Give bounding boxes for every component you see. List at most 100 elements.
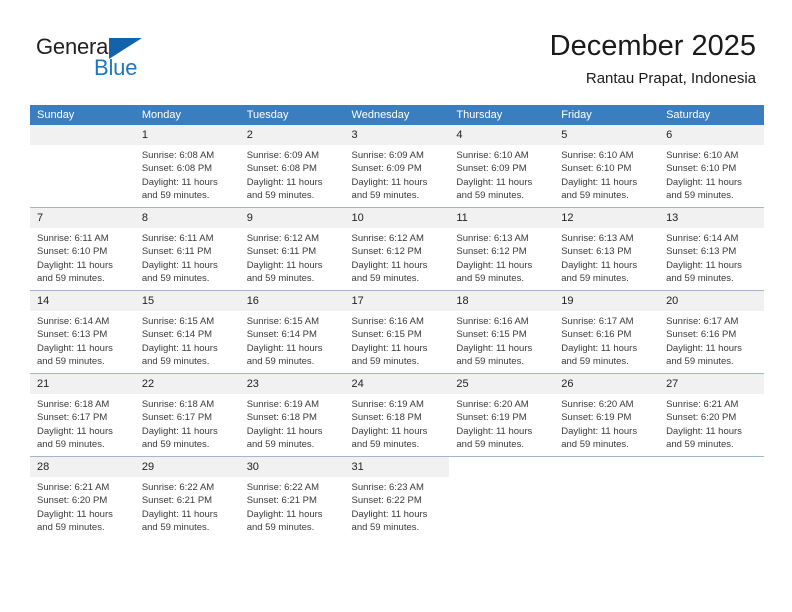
- weekday-header-sunday: Sunday: [30, 105, 135, 125]
- calendar-day-cell[interactable]: 9 Sunrise: 6:12 AM Sunset: 6:11 PM Daylight…: [239, 207, 345, 291]
- day-detail-line: Sunset: 6:20 PM: [666, 412, 737, 424]
- day-detail-line: Sunrise: 6:13 AM: [456, 233, 529, 244]
- day-number: 19: [554, 291, 660, 311]
- calendar-day-cell[interactable]: 22 Sunrise: 6:18 AM Sunset: 6:17 PM Dayligh…: [134, 373, 240, 457]
- calendar-day-cell[interactable]: 14 Sunrise: 6:14 AM Sunset: 6:13 PM Dayligh…: [30, 290, 135, 374]
- day-detail-line: and 59 minutes.: [37, 522, 105, 534]
- weekday-header-row: Sunday Monday Tuesday Wednesday Thursday…: [30, 105, 764, 125]
- day-detail-line: Sunset: 6:10 PM: [561, 163, 632, 175]
- calendar-week-row: 21 Sunrise: 6:18 AM Sunset: 6:17 PM Dayligh…: [30, 373, 764, 457]
- calendar-body: 1 Sunrise: 6:08 AM Sunset: 6:08 PM Daylight…: [30, 125, 764, 539]
- calendar-day-cell[interactable]: 26 Sunrise: 6:20 AM Sunset: 6:19 PM Dayligh…: [554, 373, 660, 457]
- calendar-day-cell[interactable]: 16 Sunrise: 6:15 AM Sunset: 6:14 PM Dayligh…: [239, 290, 345, 374]
- weekday-header-wednesday: Wednesday: [344, 105, 450, 125]
- calendar-day-cell[interactable]: 28 Sunrise: 6:21 AM Sunset: 6:20 PM Dayligh…: [30, 456, 135, 539]
- day-number: [30, 125, 135, 145]
- weekday-header-tuesday: Tuesday: [239, 105, 345, 125]
- day-detail-line: Sunset: 6:13 PM: [561, 246, 632, 258]
- day-number: 30: [239, 457, 345, 477]
- day-number: 10: [344, 208, 450, 228]
- calendar-day-cell[interactable]: 20 Sunrise: 6:17 AM Sunset: 6:16 PM Dayligh…: [659, 290, 764, 374]
- day-details: Sunrise: 6:10 AM Sunset: 6:09 PM Daylight:…: [449, 145, 554, 203]
- calendar-day-cell[interactable]: 30 Sunrise: 6:22 AM Sunset: 6:21 PM Dayligh…: [239, 456, 345, 539]
- day-detail-line: Sunset: 6:13 PM: [37, 329, 108, 341]
- day-number: 2: [239, 125, 345, 145]
- day-detail-line: Daylight: 11 hours: [456, 259, 533, 271]
- general-blue-logo[interactable]: General Blue: [36, 34, 216, 86]
- calendar-day-cell[interactable]: 13 Sunrise: 6:14 AM Sunset: 6:13 PM Dayligh…: [659, 207, 764, 291]
- day-details: Sunrise: 6:11 AM Sunset: 6:11 PM Daylight:…: [135, 228, 240, 286]
- day-detail-line: Sunrise: 6:09 AM: [246, 150, 320, 161]
- day-detail-line: Sunset: 6:11 PM: [246, 246, 317, 258]
- calendar-day-cell[interactable]: 21 Sunrise: 6:18 AM Sunset: 6:17 PM Dayligh…: [30, 373, 135, 457]
- calendar-day-cell[interactable]: 31 Sunrise: 6:23 AM Sunset: 6:22 PM Dayligh…: [344, 456, 450, 539]
- day-detail-line: Daylight: 11 hours: [141, 425, 218, 437]
- day-detail-line: Sunrise: 6:20 AM: [561, 399, 634, 410]
- day-details: Sunrise: 6:22 AM Sunset: 6:21 PM Daylight:…: [135, 477, 240, 535]
- day-detail-line: Daylight: 11 hours: [246, 259, 323, 271]
- calendar-day-cell[interactable]: 17 Sunrise: 6:16 AM Sunset: 6:15 PM Dayligh…: [344, 290, 450, 374]
- day-number: 9: [239, 208, 345, 228]
- calendar-empty-cell: [659, 456, 764, 539]
- day-detail-line: Sunrise: 6:21 AM: [666, 399, 739, 410]
- calendar-day-cell[interactable]: 6 Sunrise: 6:10 AM Sunset: 6:10 PM Daylight…: [659, 125, 764, 208]
- calendar-day-cell[interactable]: 10 Sunrise: 6:12 AM Sunset: 6:12 PM Dayligh…: [344, 207, 450, 291]
- page-header: General Blue December 2025 Rantau Prapat…: [0, 0, 792, 100]
- calendar-day-cell[interactable]: 3 Sunrise: 6:09 AM Sunset: 6:09 PM Daylight…: [344, 125, 450, 208]
- calendar-day-cell[interactable]: 2 Sunrise: 6:09 AM Sunset: 6:08 PM Daylight…: [239, 125, 345, 208]
- day-detail-line: Sunset: 6:08 PM: [141, 163, 213, 175]
- calendar-day-cell[interactable]: 27 Sunrise: 6:21 AM Sunset: 6:20 PM Dayligh…: [659, 373, 764, 457]
- day-detail-line: and 59 minutes.: [351, 522, 420, 534]
- day-detail-line: Sunset: 6:16 PM: [666, 329, 737, 341]
- day-detail-line: Daylight: 11 hours: [37, 508, 113, 520]
- day-detail-line: Sunset: 6:09 PM: [456, 163, 527, 175]
- day-detail-line: and 59 minutes.: [351, 273, 420, 285]
- day-detail-line: Sunrise: 6:18 AM: [37, 399, 110, 410]
- calendar-day-cell[interactable]: 18 Sunrise: 6:16 AM Sunset: 6:15 PM Dayligh…: [449, 290, 555, 374]
- day-detail-line: and 59 minutes.: [351, 439, 420, 451]
- weekday-header-saturday: Saturday: [659, 105, 764, 125]
- day-number: 6: [659, 125, 764, 145]
- calendar-day-cell[interactable]: 23 Sunrise: 6:19 AM Sunset: 6:18 PM Dayligh…: [239, 373, 345, 457]
- day-detail-line: Daylight: 11 hours: [561, 342, 638, 354]
- calendar-day-cell[interactable]: 19 Sunrise: 6:17 AM Sunset: 6:16 PM Dayligh…: [554, 290, 660, 374]
- day-detail-line: Sunrise: 6:22 AM: [141, 482, 215, 493]
- day-details: Sunrise: 6:15 AM Sunset: 6:14 PM Daylight:…: [240, 311, 345, 369]
- day-detail-line: and 59 minutes.: [246, 190, 315, 202]
- day-detail-line: Sunset: 6:17 PM: [141, 412, 213, 424]
- day-details: Sunrise: 6:11 AM Sunset: 6:10 PM Daylight:…: [30, 228, 135, 286]
- calendar-day-cell[interactable]: 29 Sunrise: 6:22 AM Sunset: 6:21 PM Dayligh…: [134, 456, 240, 539]
- calendar-week-row: 14 Sunrise: 6:14 AM Sunset: 6:13 PM Dayligh…: [30, 290, 764, 374]
- day-detail-line: Sunrise: 6:08 AM: [141, 150, 215, 161]
- calendar-day-cell[interactable]: 12 Sunrise: 6:13 AM Sunset: 6:13 PM Dayligh…: [554, 207, 660, 291]
- calendar-day-cell[interactable]: 1 Sunrise: 6:08 AM Sunset: 6:08 PM Daylight…: [134, 125, 240, 208]
- calendar-day-cell[interactable]: 8 Sunrise: 6:11 AM Sunset: 6:11 PM Daylight…: [134, 207, 240, 291]
- day-number: 15: [134, 291, 240, 311]
- day-detail-line: Daylight: 11 hours: [351, 176, 428, 188]
- day-number: 29: [134, 457, 240, 477]
- day-detail-line: Sunset: 6:14 PM: [246, 329, 317, 341]
- calendar-day-cell[interactable]: 5 Sunrise: 6:10 AM Sunset: 6:10 PM Daylight…: [554, 125, 660, 208]
- calendar-empty-cell: [30, 125, 135, 208]
- day-detail-line: and 59 minutes.: [456, 356, 524, 368]
- calendar-day-cell[interactable]: 4 Sunrise: 6:10 AM Sunset: 6:09 PM Daylight…: [449, 125, 555, 208]
- day-number: 12: [554, 208, 660, 228]
- day-detail-line: and 59 minutes.: [246, 522, 315, 534]
- calendar-day-cell[interactable]: 7 Sunrise: 6:11 AM Sunset: 6:10 PM Daylight…: [30, 207, 135, 291]
- calendar-day-cell[interactable]: 24 Sunrise: 6:19 AM Sunset: 6:18 PM Dayligh…: [344, 373, 450, 457]
- day-detail-line: Sunset: 6:15 PM: [456, 329, 527, 341]
- day-detail-line: Daylight: 11 hours: [141, 259, 218, 271]
- day-number: [554, 457, 660, 477]
- day-detail-line: Daylight: 11 hours: [666, 342, 742, 354]
- day-details: Sunrise: 6:18 AM Sunset: 6:17 PM Daylight:…: [30, 394, 135, 452]
- day-detail-line: Sunrise: 6:18 AM: [141, 399, 215, 410]
- calendar-day-cell[interactable]: 15 Sunrise: 6:15 AM Sunset: 6:14 PM Dayligh…: [134, 290, 240, 374]
- day-detail-line: Sunset: 6:18 PM: [246, 412, 317, 424]
- calendar-day-cell[interactable]: 25 Sunrise: 6:20 AM Sunset: 6:19 PM Dayligh…: [449, 373, 555, 457]
- day-detail-line: and 59 minutes.: [561, 439, 629, 451]
- day-details: Sunrise: 6:17 AM Sunset: 6:16 PM Daylight:…: [554, 311, 659, 369]
- calendar-day-cell[interactable]: 11 Sunrise: 6:13 AM Sunset: 6:12 PM Dayligh…: [449, 207, 555, 291]
- day-detail-line: and 59 minutes.: [351, 356, 420, 368]
- day-details: Sunrise: 6:10 AM Sunset: 6:10 PM Daylight:…: [659, 145, 764, 203]
- day-detail-line: Sunset: 6:19 PM: [456, 412, 527, 424]
